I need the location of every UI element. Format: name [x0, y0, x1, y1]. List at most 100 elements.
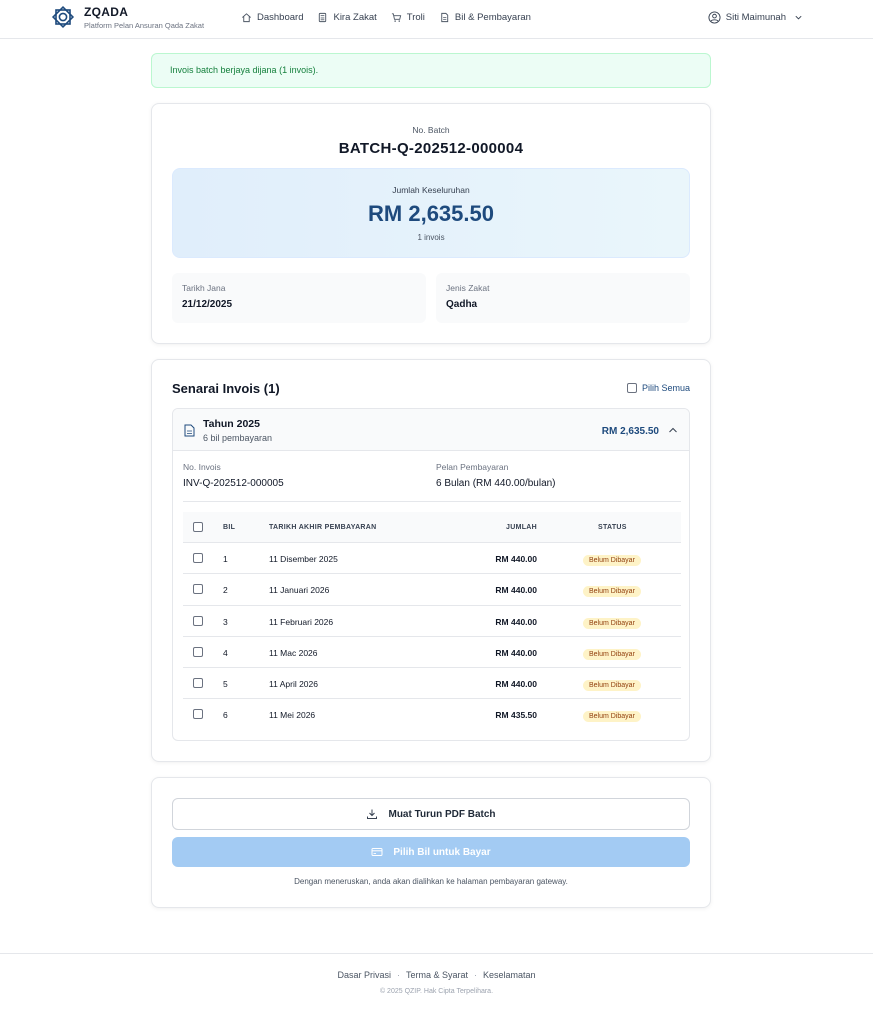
- home-icon: [242, 13, 251, 23]
- footer-link-terms[interactable]: Terma & Syarat: [406, 970, 468, 980]
- row-bil: 1: [223, 554, 228, 564]
- download-pdf-button[interactable]: Muat Turun PDF Batch: [172, 798, 690, 830]
- type-label: Jenis Zakat: [446, 283, 490, 293]
- table-row[interactable]: 4 11 Mac 2026 RM 440.00 Belum Dibayar: [183, 637, 681, 669]
- divider: [183, 501, 681, 502]
- invoice-list-title: Senarai Invois (1): [172, 381, 280, 396]
- table-row[interactable]: 2 11 Januari 2026 RM 440.00 Belum Dibaya…: [183, 574, 681, 606]
- user-circle-icon: [708, 11, 721, 24]
- chevron-down-icon: [795, 15, 802, 20]
- main-nav: Dashboard Kira Zakat Troli Bil & Pembaya…: [241, 12, 531, 23]
- calculator-icon: [319, 12, 327, 23]
- page-footer: Dasar Privasi · Terma & Syarat · Keselamatan…: [0, 953, 873, 1018]
- row-amount: RM 440.00: [495, 585, 537, 596]
- col-status: STATUS: [598, 524, 627, 531]
- nav-troli[interactable]: Troli: [391, 12, 425, 23]
- status-badge: Belum Dibayar: [583, 617, 641, 629]
- status-badge: Belum Dibayar: [583, 555, 641, 566]
- invoice-number-value: INV-Q-202512-000005: [183, 478, 284, 489]
- document-icon: [184, 424, 195, 437]
- success-alert: Invois batch berjaya dijana (1 invois).: [151, 53, 711, 88]
- row-bil: 2: [223, 585, 228, 596]
- nav-bil-pembayaran[interactable]: Bil & Pembayaran: [439, 12, 531, 23]
- group-amount: RM 2,635.50: [601, 426, 659, 437]
- total-box: Jumlah Keseluruhan RM 2,635.50 1 invois: [172, 168, 690, 258]
- brand[interactable]: ZQADA Platform Pelan Ansuran Qada Zakat: [84, 5, 204, 30]
- select-bill-pay-button[interactable]: Pilih Bil untuk Bayar: [172, 837, 690, 867]
- nav-dashboard-label: Dashboard: [257, 12, 304, 23]
- invoice-group: Tahun 2025 6 bil pembayaran RM 2,635.50 …: [172, 408, 690, 741]
- nav-troli-label: Troli: [406, 12, 425, 23]
- row-amount: RM 440.00: [495, 616, 537, 627]
- col-bil: BIL: [223, 524, 236, 531]
- copyright: © 2025 QZIP. Hak Cipta Terpelihara.: [379, 988, 494, 995]
- credit-card-icon: [371, 848, 383, 856]
- footer-separator: ·: [474, 970, 477, 980]
- invoice-group-header[interactable]: Tahun 2025 6 bil pembayaran RM 2,635.50: [173, 409, 689, 451]
- table-row[interactable]: 5 11 April 2026 RM 440.00 Belum Dibayar: [183, 668, 681, 700]
- date-label: Tarikh Jana: [182, 283, 226, 293]
- alert-message: Invois batch berjaya dijana (1 invois).: [170, 65, 319, 75]
- user-name: Siti Maimunah: [725, 12, 786, 23]
- row-amount: RM 435.50: [495, 710, 537, 721]
- select-all-box[interactable]: [626, 383, 637, 393]
- row-checkbox[interactable]: [193, 553, 203, 563]
- row-checkbox[interactable]: [193, 615, 203, 626]
- row-amount: RM 440.00: [495, 679, 537, 690]
- footer-links: Dasar Privasi · Terma & Syarat · Keselamatan: [0, 970, 873, 980]
- select-bill-pay-label: Pilih Bil untuk Bayar: [393, 846, 491, 858]
- row-bil: 4: [223, 647, 228, 658]
- group-subtitle: 6 bil pembayaran: [203, 433, 273, 443]
- table-row[interactable]: 1 11 Disember 2025 RM 440.00 Belum Dibay…: [183, 543, 681, 575]
- status-badge: Belum Dibayar: [583, 711, 641, 723]
- zqada-logo-icon[interactable]: [50, 4, 76, 30]
- nav-kira-zakat-label: Kira Zakat: [333, 12, 377, 23]
- total-label: Jumlah Keseluruhan: [392, 185, 470, 195]
- total-count: 1 invois: [417, 233, 445, 242]
- invoice-number-label: No. Invois: [183, 462, 221, 472]
- footer-link-privacy[interactable]: Dasar Privasi: [337, 970, 391, 980]
- batch-number: BATCH-Q-202512-000004: [338, 140, 524, 157]
- date-value: 21/12/2025: [182, 299, 233, 310]
- footer-separator: ·: [396, 970, 400, 980]
- top-header: ZQADA Platform Pelan Ansuran Qada Zakat …: [0, 0, 873, 39]
- footer-link-security[interactable]: Keselamatan: [483, 970, 536, 980]
- status-badge: Belum Dibayar: [583, 680, 641, 692]
- row-amount: RM 440.00: [495, 647, 537, 658]
- row-checkbox[interactable]: [193, 678, 203, 689]
- table-row[interactable]: 3 11 Februari 2026 RM 440.00 Belum Dibay…: [183, 606, 681, 637]
- group-title: Tahun 2025: [203, 418, 260, 430]
- status-badge: Belum Dibayar: [583, 586, 641, 598]
- nav-kira-zakat[interactable]: Kira Zakat: [317, 12, 377, 23]
- row-checkbox[interactable]: [193, 709, 203, 720]
- row-date: 11 April 2026: [269, 679, 318, 690]
- batch-summary-card: No. Batch BATCH-Q-202512-000004 Jumlah K…: [151, 103, 711, 344]
- gateway-note: Dengan meneruskan, anda akan dialihkan k…: [294, 877, 568, 886]
- download-icon: [367, 809, 378, 819]
- date-info-box: Tarikh Jana 21/12/2025: [172, 273, 426, 323]
- row-amount: RM 440.00: [495, 554, 537, 564]
- download-pdf-label: Muat Turun PDF Batch: [388, 808, 496, 820]
- type-value: Qadha: [446, 299, 478, 310]
- row-checkbox[interactable]: [193, 646, 203, 657]
- row-date: 11 Mei 2026: [269, 710, 316, 721]
- row-bil: 5: [223, 679, 228, 690]
- document-icon: [441, 12, 449, 23]
- select-all-label: Pilih Semua: [641, 383, 690, 393]
- table-row[interactable]: 6 11 Mei 2026 RM 435.50 Belum Dibayar: [183, 699, 681, 730]
- user-menu[interactable]: Siti Maimunah: [708, 11, 803, 24]
- batch-label: No. Batch: [412, 125, 450, 135]
- row-date: 11 Januari 2026: [269, 585, 330, 596]
- row-checkbox[interactable]: [193, 584, 203, 595]
- chevron-up-icon[interactable]: [668, 426, 678, 434]
- row-date: 11 Februari 2026: [269, 616, 334, 627]
- select-all-checkbox[interactable]: Pilih Semua: [626, 383, 690, 393]
- row-date: 11 Disember 2025: [269, 554, 338, 564]
- nav-dashboard[interactable]: Dashboard: [241, 12, 303, 23]
- type-info-box: Jenis Zakat Qadha: [436, 273, 690, 323]
- header-checkbox[interactable]: [193, 522, 203, 532]
- brand-name: ZQADA: [84, 5, 129, 19]
- col-date: TARIKH AKHIR PEMBAYARAN: [269, 524, 377, 531]
- cart-icon: [391, 13, 401, 22]
- col-amount: JUMLAH: [506, 524, 537, 531]
